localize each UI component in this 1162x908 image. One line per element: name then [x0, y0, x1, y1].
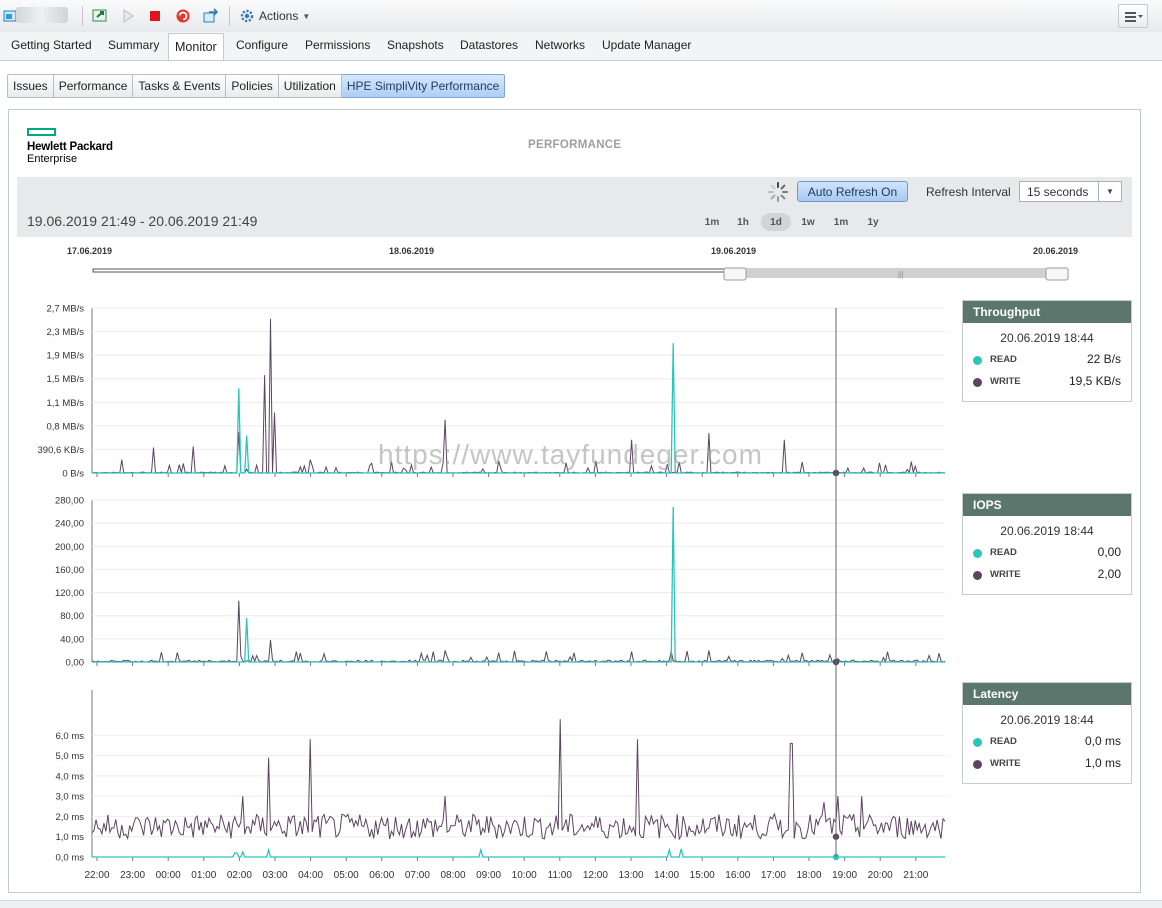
- y-tick-label: 1,5 MB/s: [47, 374, 85, 385]
- legend-row-write: WRITE 19,5 KB/s: [963, 371, 1131, 393]
- read-dot-icon: [973, 549, 982, 558]
- y-tick-label: 390,6 KB/s: [38, 445, 85, 456]
- legend-read-label: READ: [990, 354, 1017, 365]
- y-tick-label: 280,00: [55, 496, 84, 507]
- watermark: https://www.tayfundeger.com: [378, 439, 763, 470]
- legend-row-read: READ 0,00: [963, 542, 1131, 564]
- legend-timestamp: 20.06.2019 18:44: [1000, 331, 1094, 345]
- time-axis: 22:00 23:00 00:00 01:00 02:00 03:00 04:00 05:00…: [84, 870, 928, 881]
- iops-chart: 0,00 40,00 80,00 120,00 160,00 200,00 240,00 28…: [55, 496, 946, 669]
- legend-read-value: 0,0 ms: [1084, 734, 1121, 748]
- legend-read-label: READ: [990, 547, 1017, 558]
- latency-chart: 0,0 ms 1,0 ms 2,0 ms 3,0 ms 4,0 ms 5,0 ms 6,0 …: [55, 690, 946, 864]
- legend-read-value: 22 B/s: [1086, 352, 1121, 366]
- x-tick-label: 01:00: [191, 870, 216, 881]
- y-tick-label: 6,0 ms: [55, 731, 84, 742]
- latency-legend: Latency 20.06.2019 18:44 READ 0,0 ms WRI…: [962, 682, 1132, 784]
- x-tick-label: 13:00: [618, 870, 643, 881]
- series-line-write: [91, 719, 946, 841]
- x-tick-label: 04:00: [298, 870, 323, 881]
- legend-write-label: WRITE: [990, 569, 1021, 580]
- y-tick-label: 2,3 MB/s: [47, 327, 85, 338]
- y-tick-label: 0,8 MB/s: [47, 421, 85, 432]
- write-dot-icon: [973, 378, 982, 387]
- x-tick-label: 12:00: [583, 870, 608, 881]
- series-line-read: [92, 847, 945, 858]
- legend-write-label: WRITE: [990, 758, 1021, 769]
- y-tick-label: 120,00: [55, 588, 84, 599]
- x-tick-label: 06:00: [369, 870, 394, 881]
- x-tick-label: 03:00: [262, 870, 287, 881]
- y-tick-label: 0,0 ms: [55, 853, 84, 864]
- iops-legend: IOPS 20.06.2019 18:44 READ 0,00 WRITE 2,…: [962, 493, 1132, 595]
- y-tick-label: 1,9 MB/s: [47, 351, 85, 362]
- write-dot-icon: [973, 760, 982, 769]
- write-dot-icon: [973, 571, 982, 580]
- x-tick-label: 00:00: [156, 870, 181, 881]
- x-tick-label: 20:00: [868, 870, 893, 881]
- y-tick-label: 0,00: [66, 658, 85, 669]
- x-tick-label: 16:00: [725, 870, 750, 881]
- legend-read-label: READ: [990, 736, 1017, 747]
- y-tick-label: 200,00: [55, 542, 84, 553]
- y-tick-label: 5,0 ms: [55, 751, 84, 762]
- x-tick-label: 23:00: [120, 870, 145, 881]
- legend-timestamp: 20.06.2019 18:44: [1000, 713, 1094, 727]
- legend-timestamp: 20.06.2019 18:44: [1000, 524, 1094, 538]
- x-tick-label: 22:00: [84, 870, 109, 881]
- legend-write-value: 19,5 KB/s: [1068, 374, 1121, 388]
- x-tick-label: 14:00: [654, 870, 679, 881]
- y-tick-label: 4,0 ms: [55, 771, 84, 782]
- read-dot-icon: [973, 738, 982, 747]
- read-dot-icon: [973, 356, 982, 365]
- y-tick-label: 80,00: [60, 611, 84, 622]
- x-tick-label: 17:00: [761, 870, 786, 881]
- legend-title: Throughput: [963, 301, 1131, 323]
- legend-row-write: WRITE 2,00: [963, 564, 1131, 586]
- x-tick-label: 15:00: [690, 870, 715, 881]
- legend-row-write: WRITE 1,0 ms: [963, 753, 1131, 775]
- x-tick-label: 11:00: [548, 870, 573, 881]
- x-tick-label: 02:00: [227, 870, 252, 881]
- y-tick-label: 160,00: [55, 565, 84, 576]
- x-tick-label: 18:00: [796, 870, 821, 881]
- x-tick-label: 09:00: [476, 870, 501, 881]
- x-tick-label: 10:00: [512, 870, 537, 881]
- y-tick-label: 1,0 ms: [55, 832, 84, 843]
- legend-write-value: 1,0 ms: [1084, 756, 1121, 770]
- y-tick-label: 1,1 MB/s: [47, 398, 85, 409]
- throughput-legend: Throughput 20.06.2019 18:44 READ 22 B/s …: [962, 300, 1132, 402]
- legend-read-value: 0,00: [1097, 545, 1121, 559]
- series-line-write: [91, 600, 946, 664]
- x-tick-label: 08:00: [440, 870, 465, 881]
- legend-title: Latency: [963, 683, 1131, 705]
- x-tick-label: 05:00: [334, 870, 359, 881]
- y-tick-label: 3,0 ms: [55, 792, 84, 803]
- x-tick-label: 21:00: [903, 870, 928, 881]
- y-tick-label: 2,0 ms: [55, 812, 84, 823]
- x-tick-label: 19:00: [832, 870, 857, 881]
- legend-row-read: READ 22 B/s: [963, 349, 1131, 371]
- y-tick-label: 40,00: [60, 634, 84, 645]
- y-tick-label: 240,00: [55, 519, 84, 530]
- y-tick-label: 0 B/s: [62, 469, 84, 480]
- y-tick-label: 2,7 MB/s: [47, 304, 85, 315]
- legend-title: IOPS: [963, 494, 1131, 516]
- legend-write-label: WRITE: [990, 376, 1021, 387]
- legend-write-value: 2,00: [1097, 567, 1121, 581]
- legend-row-read: READ 0,0 ms: [963, 731, 1131, 753]
- x-tick-label: 07:00: [405, 870, 430, 881]
